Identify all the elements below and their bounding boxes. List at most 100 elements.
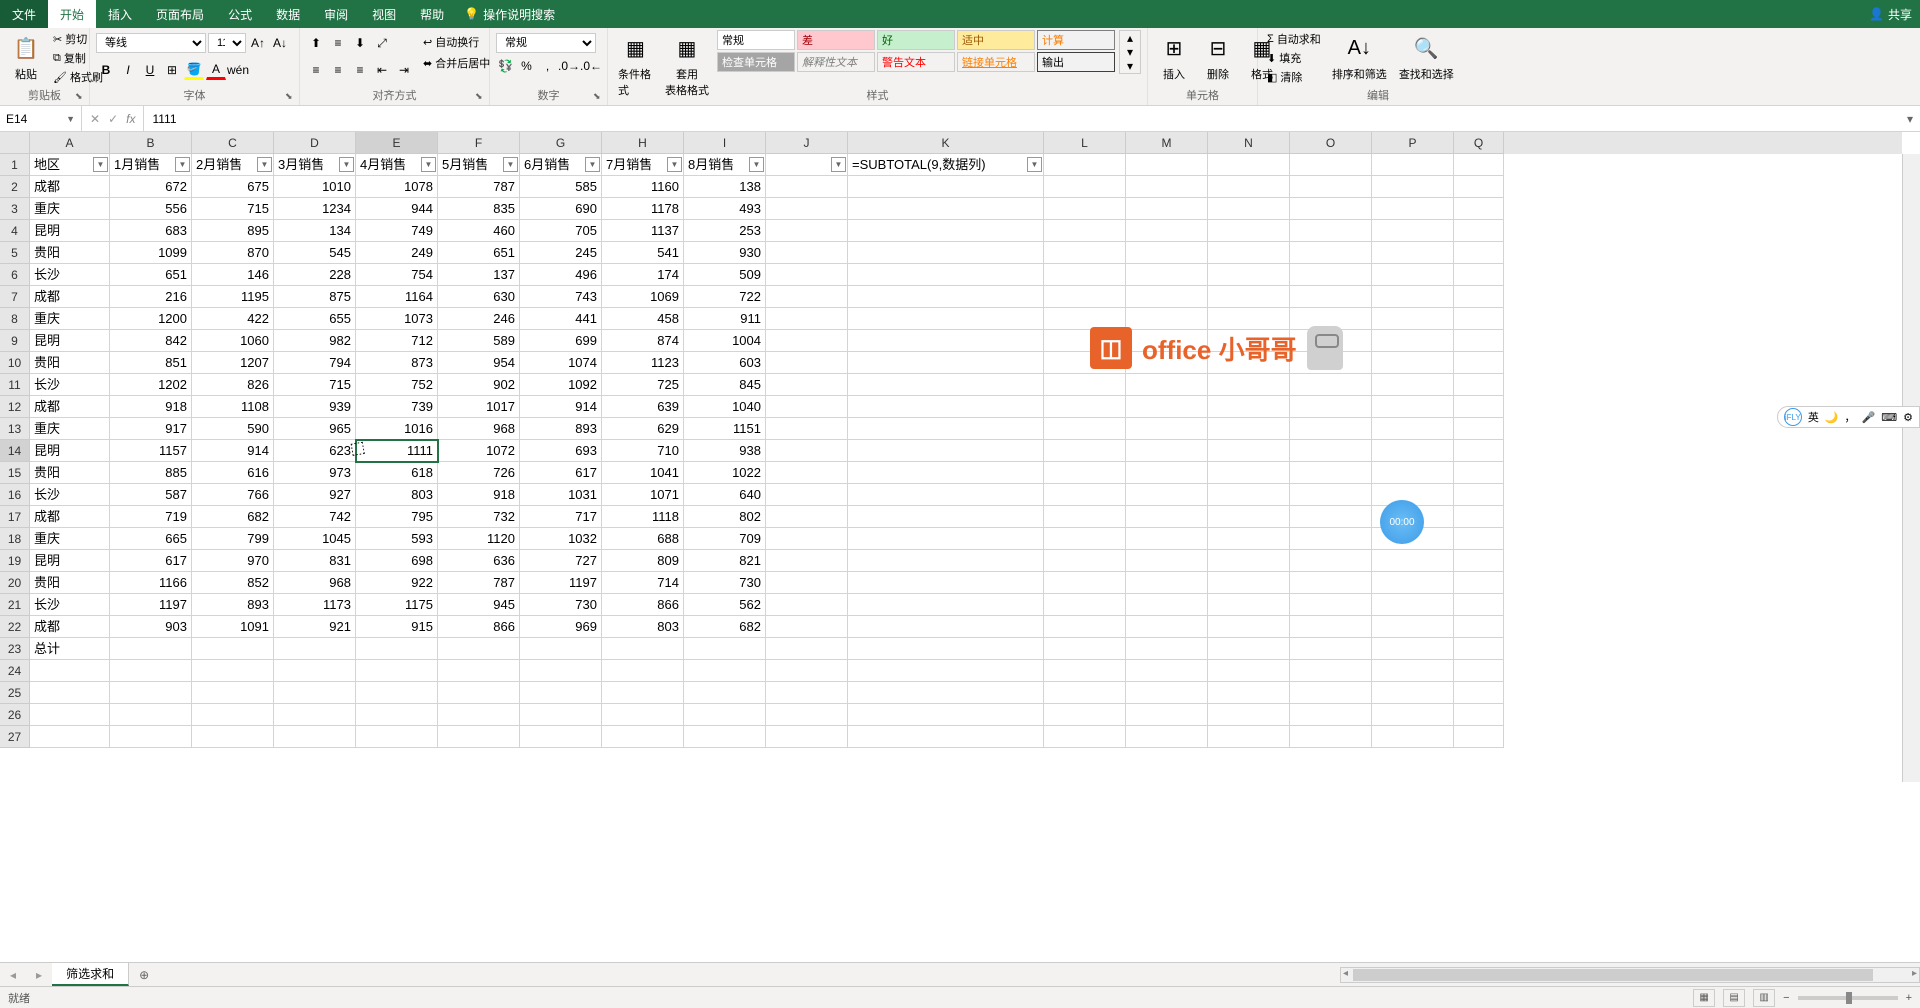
number-dialog-launcher[interactable]: ⬊	[593, 91, 605, 103]
data-cell[interactable]: 787	[438, 572, 520, 594]
cell[interactable]	[110, 638, 192, 660]
data-cell[interactable]: 623	[274, 440, 356, 462]
data-cell[interactable]: 昆明	[30, 330, 110, 352]
cell[interactable]	[192, 638, 274, 660]
row-header[interactable]: 10	[0, 352, 30, 374]
row-header[interactable]: 16	[0, 484, 30, 506]
cell[interactable]	[1208, 726, 1290, 748]
cell[interactable]	[1454, 506, 1504, 528]
cell[interactable]	[766, 506, 848, 528]
subtotal-header-cell[interactable]: =SUBTOTAL(9,数据列)▼	[848, 154, 1044, 176]
cell[interactable]	[1454, 308, 1504, 330]
cell[interactable]	[1454, 418, 1504, 440]
cell[interactable]	[30, 704, 110, 726]
align-right-icon[interactable]: ≡	[350, 60, 370, 80]
data-cell[interactable]: 422	[192, 308, 274, 330]
alignment-dialog-launcher[interactable]: ⬊	[475, 91, 487, 103]
data-cell[interactable]: 146	[192, 264, 274, 286]
styles-scroll-up-icon[interactable]: ▴	[1120, 31, 1140, 45]
column-header-H[interactable]: H	[602, 132, 684, 154]
data-cell[interactable]: 460	[438, 220, 520, 242]
cell[interactable]	[1290, 220, 1372, 242]
column-header-Q[interactable]: Q	[1454, 132, 1504, 154]
cell[interactable]	[520, 638, 602, 660]
data-cell[interactable]: 722	[684, 286, 766, 308]
cell[interactable]	[848, 682, 1044, 704]
data-cell[interactable]: 725	[602, 374, 684, 396]
filter-button[interactable]: ▼	[93, 157, 108, 172]
data-cell[interactable]: 1195	[192, 286, 274, 308]
data-cell[interactable]: 1031	[520, 484, 602, 506]
data-cell[interactable]: 249	[356, 242, 438, 264]
cell[interactable]	[1208, 242, 1290, 264]
data-cell[interactable]: 690	[520, 198, 602, 220]
data-cell[interactable]: 766	[192, 484, 274, 506]
data-cell[interactable]: 794	[274, 352, 356, 374]
clear-button[interactable]: ◧清除	[1264, 68, 1324, 86]
cell[interactable]	[1454, 572, 1504, 594]
cell[interactable]	[1372, 440, 1454, 462]
cell[interactable]	[1126, 506, 1208, 528]
cell[interactable]	[1290, 198, 1372, 220]
cell[interactable]	[1454, 726, 1504, 748]
filter-button[interactable]: ▼	[585, 157, 600, 172]
cell[interactable]	[1290, 682, 1372, 704]
horizontal-scrollbar[interactable]: ◂ ▸	[1340, 967, 1920, 983]
ime-moon-icon[interactable]: 🌙	[1825, 411, 1839, 424]
cell[interactable]	[1454, 638, 1504, 660]
paste-button[interactable]: 📋 粘贴	[6, 30, 46, 84]
comma-format-icon[interactable]: ,	[538, 56, 557, 76]
cell[interactable]	[1044, 616, 1126, 638]
tab-insert[interactable]: 插入	[96, 0, 144, 28]
cell[interactable]	[1372, 308, 1454, 330]
data-cell[interactable]: 618	[356, 462, 438, 484]
cell[interactable]	[1044, 550, 1126, 572]
data-cell[interactable]: 1175	[356, 594, 438, 616]
data-cell[interactable]: 917	[110, 418, 192, 440]
header-cell[interactable]: 2月销售▼	[192, 154, 274, 176]
data-cell[interactable]: 长沙	[30, 594, 110, 616]
row-header[interactable]: 12	[0, 396, 30, 418]
data-cell[interactable]: 688	[602, 528, 684, 550]
cell[interactable]	[1290, 484, 1372, 506]
decrease-decimal-icon[interactable]: .0←	[581, 56, 601, 76]
cell[interactable]	[1372, 396, 1454, 418]
cell[interactable]	[1454, 220, 1504, 242]
cell[interactable]	[1208, 528, 1290, 550]
data-cell[interactable]: 712	[356, 330, 438, 352]
data-cell[interactable]: 930	[684, 242, 766, 264]
cell[interactable]	[1208, 154, 1290, 176]
expand-formula-bar-icon[interactable]: ▾	[1900, 112, 1920, 126]
data-cell[interactable]: 昆明	[30, 550, 110, 572]
cell[interactable]	[1126, 396, 1208, 418]
cell[interactable]	[848, 176, 1044, 198]
cell[interactable]	[1044, 484, 1126, 506]
cell[interactable]	[1372, 594, 1454, 616]
increase-indent-icon[interactable]: ⇥	[394, 60, 414, 80]
data-cell[interactable]: 138	[684, 176, 766, 198]
cell[interactable]	[602, 704, 684, 726]
cell[interactable]	[1208, 462, 1290, 484]
data-cell[interactable]: 587	[110, 484, 192, 506]
cell[interactable]	[1372, 660, 1454, 682]
cell[interactable]	[848, 506, 1044, 528]
font-name-select[interactable]: 等线	[96, 33, 206, 53]
data-cell[interactable]: 927	[274, 484, 356, 506]
data-cell[interactable]: 1118	[602, 506, 684, 528]
cell[interactable]	[1372, 550, 1454, 572]
filter-button[interactable]: ▼	[421, 157, 436, 172]
data-cell[interactable]: 921	[274, 616, 356, 638]
cell[interactable]	[1290, 572, 1372, 594]
cell[interactable]	[1126, 418, 1208, 440]
data-cell[interactable]: 911	[684, 308, 766, 330]
name-box-dropdown-icon[interactable]: ▼	[66, 114, 75, 124]
data-cell[interactable]: 826	[192, 374, 274, 396]
cell[interactable]	[1208, 198, 1290, 220]
data-cell[interactable]: 902	[438, 374, 520, 396]
cell[interactable]	[110, 704, 192, 726]
data-cell[interactable]: 710	[602, 440, 684, 462]
data-cell[interactable]: 590	[192, 418, 274, 440]
data-cell[interactable]: 617	[110, 550, 192, 572]
column-header-I[interactable]: I	[684, 132, 766, 154]
cell[interactable]	[848, 704, 1044, 726]
